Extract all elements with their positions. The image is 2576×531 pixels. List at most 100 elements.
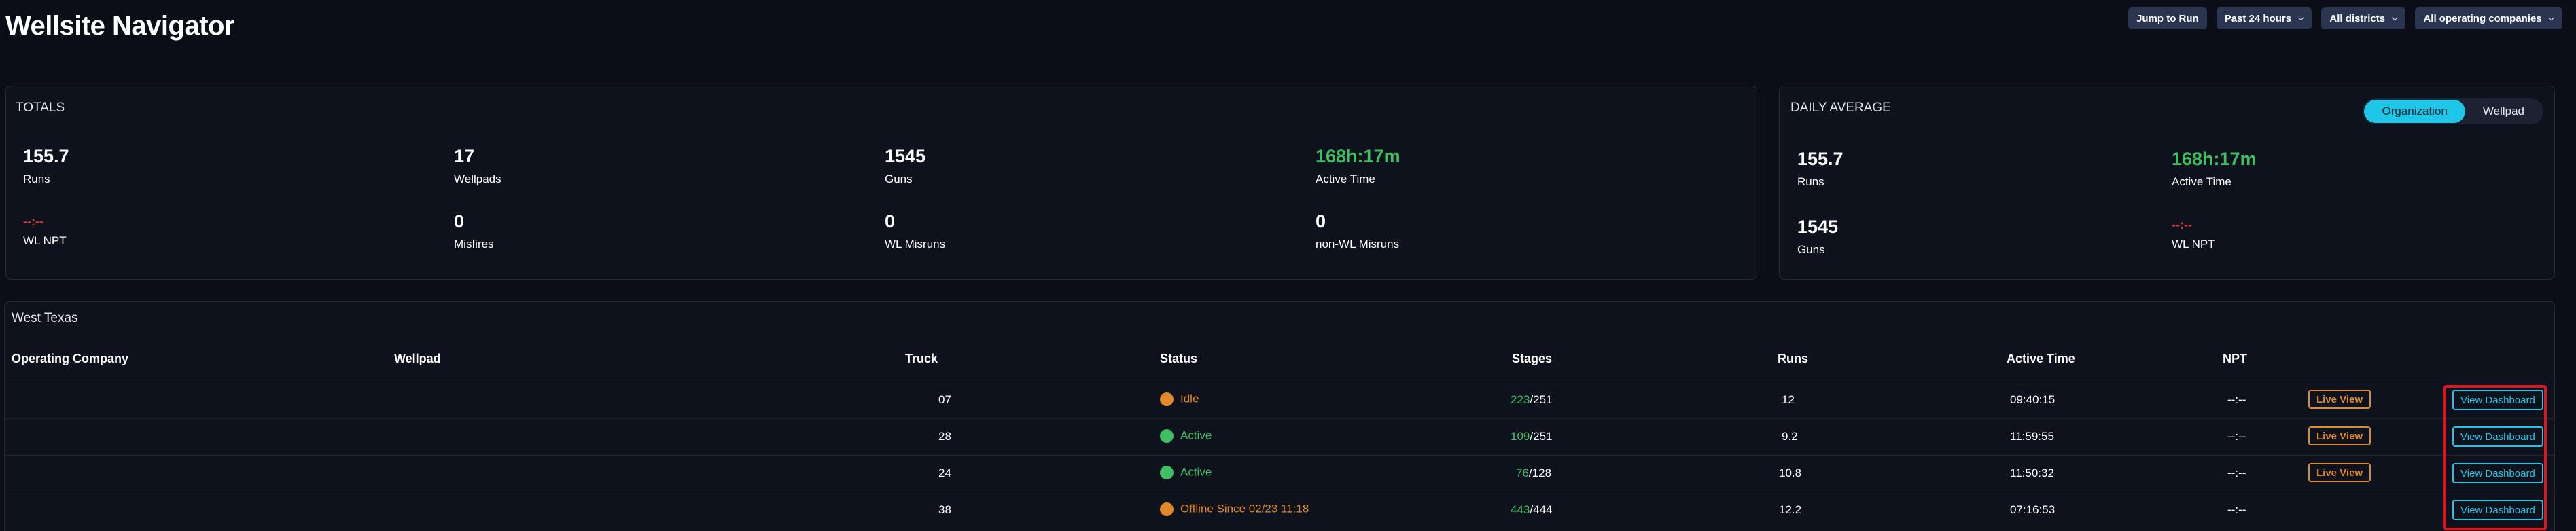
live-view-button[interactable]: Live View <box>2308 426 2371 445</box>
stat-label: Guns <box>1797 243 1825 256</box>
cell-npt: --:-- <box>2227 430 2246 443</box>
cell-runs: 9.2 <box>1782 430 1798 443</box>
stages-done: 76 <box>1516 466 1529 479</box>
cell-truck: 28 <box>938 430 951 443</box>
stat-non-wl-misruns: 0 non-WL Misruns <box>1316 211 1399 251</box>
stat-value: 168h:17m <box>1316 146 1400 166</box>
chevron-down-icon: ⌵ <box>2298 14 2304 22</box>
companies-label: All operating companies <box>2423 12 2542 24</box>
view-dashboard-button[interactable]: View Dashboard <box>2452 463 2543 483</box>
header-controls: Jump to Run Past 24 hours ⌵ All districts… <box>2128 7 2562 29</box>
stat-label: Active Time <box>2172 175 2231 188</box>
totals-card: TOTALS 155.7 Runs 17 Wellpads 1545 Guns … <box>5 86 1757 280</box>
status-text: Active <box>1180 465 1212 479</box>
cell-truck: 24 <box>938 466 951 479</box>
cell-stages: 76/128 <box>1516 466 1551 480</box>
view-dashboard-button[interactable]: View Dashboard <box>2452 426 2543 447</box>
col-status[interactable]: Status <box>1160 352 1197 366</box>
districts-dropdown[interactable]: All districts ⌵ <box>2321 7 2406 29</box>
time-range-label: Past 24 hours <box>2224 12 2292 24</box>
cell-runs: 12.2 <box>1779 503 1802 516</box>
table-row[interactable]: 24 Active 76/128 10.8 11:50:32 --:-- Liv… <box>5 455 2554 492</box>
stat-wl-misruns: 0 WL Misruns <box>885 211 945 251</box>
toggle-organization[interactable]: Organization <box>2364 100 2465 123</box>
stages-done: 223 <box>1511 393 1530 406</box>
cell-npt: --:-- <box>2227 503 2246 516</box>
stat-runs: 155.7 Runs <box>23 146 69 186</box>
table-row[interactable]: 07 Idle 223/251 12 09:40:15 --:-- Live V… <box>5 382 2554 418</box>
avg-stat-runs: 155.7 Runs <box>1797 149 1843 189</box>
cell-runs: 12 <box>1782 393 1795 406</box>
stat-label: Misfires <box>454 238 494 251</box>
cell-stages: 109/251 <box>1511 430 1552 443</box>
status-dot-icon <box>1160 465 1174 479</box>
cell-stages: 443/444 <box>1511 503 1552 517</box>
stat-label: WL NPT <box>23 234 67 247</box>
stat-label: WL NPT <box>2172 238 2215 251</box>
status-text: Offline Since 02/23 11:18 <box>1180 502 1309 515</box>
col-truck[interactable]: Truck <box>905 352 938 366</box>
stages-done: 109 <box>1511 430 1530 443</box>
companies-dropdown[interactable]: All operating companies ⌵ <box>2415 7 2562 29</box>
col-wellpad[interactable]: Wellpad <box>394 352 441 366</box>
view-dashboard-button[interactable]: View Dashboard <box>2452 390 2543 410</box>
stages-total: 251 <box>1533 430 1553 443</box>
cell-status: Idle <box>1160 392 1199 406</box>
stages-total: 251 <box>1533 393 1553 406</box>
cell-status: Active <box>1160 428 1212 443</box>
jump-to-run-button[interactable]: Jump to Run <box>2128 7 2207 29</box>
stat-value: 0 <box>1316 211 1326 232</box>
cell-active-time: 11:50:32 <box>2010 466 2054 479</box>
cell-npt: --:-- <box>2227 393 2246 406</box>
stages-done: 443 <box>1511 503 1530 516</box>
stat-label: Active Time <box>1316 172 1375 185</box>
cell-stages: 223/251 <box>1511 393 1552 407</box>
toggle-wellpad[interactable]: Wellpad <box>2465 100 2542 123</box>
status-dot-icon <box>1160 428 1174 443</box>
col-active-time[interactable]: Active Time <box>2007 352 2075 366</box>
col-runs[interactable]: Runs <box>1778 352 1808 366</box>
daily-average-card: DAILY AVERAGE Organization Wellpad 155.7… <box>1779 86 2555 280</box>
stat-label: WL Misruns <box>885 238 946 251</box>
stat-misfires: 0 Misfires <box>454 211 494 251</box>
stat-value: 155.7 <box>1797 149 1843 169</box>
avg-stat-wl-npt: --:-- WL NPT <box>2172 218 2215 251</box>
stat-label: Runs <box>23 172 50 185</box>
col-operating-company[interactable]: Operating Company <box>12 352 128 366</box>
status-dot-icon <box>1160 392 1174 406</box>
stat-value: 0 <box>454 211 465 232</box>
cell-active-time: 07:16:53 <box>2010 503 2055 516</box>
stat-value: --:-- <box>2172 218 2192 232</box>
stages-total: 128 <box>1532 466 1552 479</box>
time-range-dropdown[interactable]: Past 24 hours ⌵ <box>2216 7 2312 29</box>
cell-status: Offline Since 02/23 11:18 <box>1160 502 1309 516</box>
stat-label: Wellpads <box>454 172 501 185</box>
table-row[interactable]: 38 Offline Since 02/23 11:18 443/444 12.… <box>5 492 2554 528</box>
status-text: Idle <box>1180 392 1199 405</box>
cell-npt: --:-- <box>2227 466 2246 479</box>
org-wellpad-toggle: Organization Wellpad <box>2363 98 2543 124</box>
stat-label: non-WL Misruns <box>1316 238 1400 251</box>
status-dot-icon <box>1160 502 1174 516</box>
col-stages[interactable]: Stages <box>1512 352 1552 366</box>
stat-label: Guns <box>885 172 913 185</box>
daily-average-title: DAILY AVERAGE <box>1790 100 1891 115</box>
stat-value: --:-- <box>23 215 43 228</box>
stat-wellpads: 17 Wellpads <box>454 146 501 186</box>
stat-guns: 1545 Guns <box>885 146 925 186</box>
avg-stat-active-time: 168h:17m Active Time <box>2172 149 2257 189</box>
page-title: Wellsite Navigator <box>5 11 235 41</box>
cell-runs: 10.8 <box>1779 466 1802 479</box>
stat-value: 17 <box>454 146 475 166</box>
table-row[interactable]: 28 Active 109/251 9.2 11:59:55 --:-- Liv… <box>5 418 2554 455</box>
districts-label: All districts <box>2329 12 2386 24</box>
view-dashboard-button[interactable]: View Dashboard <box>2452 500 2543 520</box>
chevron-down-icon: ⌵ <box>2548 14 2554 22</box>
live-view-button[interactable]: Live View <box>2308 463 2371 482</box>
col-npt[interactable]: NPT <box>2223 352 2247 366</box>
jump-to-run-label: Jump to Run <box>2136 12 2199 24</box>
chevron-down-icon: ⌵ <box>2392 14 2398 22</box>
cell-truck: 07 <box>938 393 951 406</box>
live-view-button[interactable]: Live View <box>2308 390 2371 409</box>
stat-value: 0 <box>885 211 896 232</box>
